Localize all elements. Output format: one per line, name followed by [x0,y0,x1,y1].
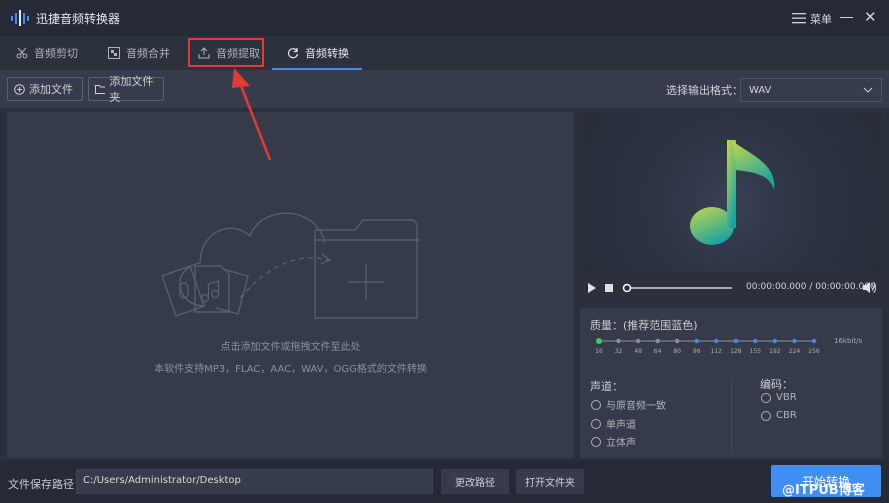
radio-circle-icon [591,399,601,410]
quality-tick-label: 48 [634,348,642,355]
radio-label: 与原音频一致 [606,401,666,412]
app-title: 迅捷音频转换器 [36,12,121,26]
plus-circle-icon [14,83,25,95]
radio-circle-icon [761,410,771,421]
quality-tick-label: 80 [673,348,681,355]
encode-cbr-radio[interactable]: CBR [761,410,797,421]
quality-tick-label: 128 [730,348,742,355]
quality-label: 质量：(推荐范围蓝色) [590,319,698,332]
scissors-icon [16,47,28,59]
quality-dot[interactable] [674,338,680,344]
time-display: 00:00:00.000 / 00:00:00.000 [746,282,876,292]
quality-dot[interactable] [616,338,621,344]
quality-dot[interactable] [655,338,660,344]
quality-tick-label: 112 [710,348,722,355]
radio-label: CBR [776,410,797,421]
radio-circle-icon [591,436,601,447]
save-path-input[interactable]: C:/Users/Administrator/Desktop [76,469,433,494]
channel-stereo-radio[interactable]: 立体声 [591,434,636,449]
quality-dot[interactable] [635,338,641,344]
menu-button[interactable]: 菜单 [810,11,832,27]
tab-audio-convert[interactable]: 音频转换 [287,36,349,70]
change-path-button[interactable]: 更改路径 [441,469,509,494]
chevron-down-icon [863,87,873,93]
watermark-text: @ITPUB博客 [782,483,865,498]
tab-audio-merge[interactable]: 音频合并 [108,36,170,70]
quality-dot[interactable] [811,338,817,344]
quality-tick-label: 192 [769,348,781,355]
add-folder-button[interactable]: 添加文件夹 [88,75,164,104]
annotation-arrow-icon [232,68,272,161]
quality-tick-label: 155 [749,348,762,355]
hamburger-menu-icon[interactable] [792,12,806,24]
quality-dot[interactable] [714,338,719,344]
folder-icon [95,85,106,94]
quality-dot[interactable] [772,338,778,344]
tab-audio-cut[interactable]: 音频剪切 [16,36,78,70]
radio-label: 立体声 [606,438,636,449]
volume-icon[interactable] [862,281,876,294]
drop-hint-text: 点击添加文件或拖拽文件至此处 [220,342,361,353]
quality-tick-label: 224 [788,348,801,355]
progress-slider[interactable] [622,282,734,294]
quality-dot[interactable] [733,338,739,344]
add-file-button[interactable]: 添加文件 [7,77,83,101]
quality-tick-label: 64 [653,348,662,355]
quality-tick-label: 96 [692,348,701,355]
stop-icon[interactable] [605,284,613,292]
tab-label: 音频剪切 [34,47,78,60]
bitrate-value: 16kbit/s [834,337,863,345]
quality-tick-label: 32 [614,348,623,355]
music-note-icon [690,140,775,245]
minimize-icon[interactable] [840,17,853,18]
tab-label: 音频合并 [126,47,170,60]
format-label: 选择输出格式： [666,84,743,97]
radio-label: VBR [776,392,797,403]
quality-tick-label: 256 [808,348,820,355]
settings-divider [731,380,732,452]
format-value: WAV [749,84,772,96]
save-path-label: 文件保存路径： [8,478,85,491]
channel-label: 声道： [590,380,623,393]
output-format-select[interactable]: WAV [740,78,882,102]
channel-original-radio[interactable]: 与原音频一致 [591,397,666,412]
merge-icon [108,47,120,59]
radio-circle-icon [761,392,771,403]
quality-tick-label: 16 [595,348,603,355]
add-folder-label: 添加文件夹 [109,75,154,104]
refresh-icon [287,48,299,59]
radio-label: 单声道 [606,420,636,431]
title-bar [0,0,889,36]
drop-illustration-icon [161,212,420,319]
quality-dot[interactable] [753,338,758,344]
tab-label: 音频转换 [305,47,349,60]
close-icon[interactable]: ✕ [864,10,877,25]
quality-dot[interactable] [596,338,602,344]
quality-slider[interactable] [594,336,820,346]
channel-mono-radio[interactable]: 单声道 [591,416,636,431]
app-logo-icon [10,10,30,26]
supported-formats-text: 本软件支持MP3，FLAC，AAC，WAV，OGG格式的文件转换 [154,364,427,375]
add-file-label: 添加文件 [29,83,73,96]
quality-dot[interactable] [694,338,699,344]
radio-circle-icon [591,418,601,429]
encode-label: 编码： [760,378,793,391]
annotation-highlight-box [188,38,264,67]
open-folder-button[interactable]: 打开文件夹 [516,469,584,494]
encode-vbr-radio[interactable]: VBR [761,392,797,403]
play-icon[interactable] [587,283,597,293]
quality-dot[interactable] [792,338,797,344]
